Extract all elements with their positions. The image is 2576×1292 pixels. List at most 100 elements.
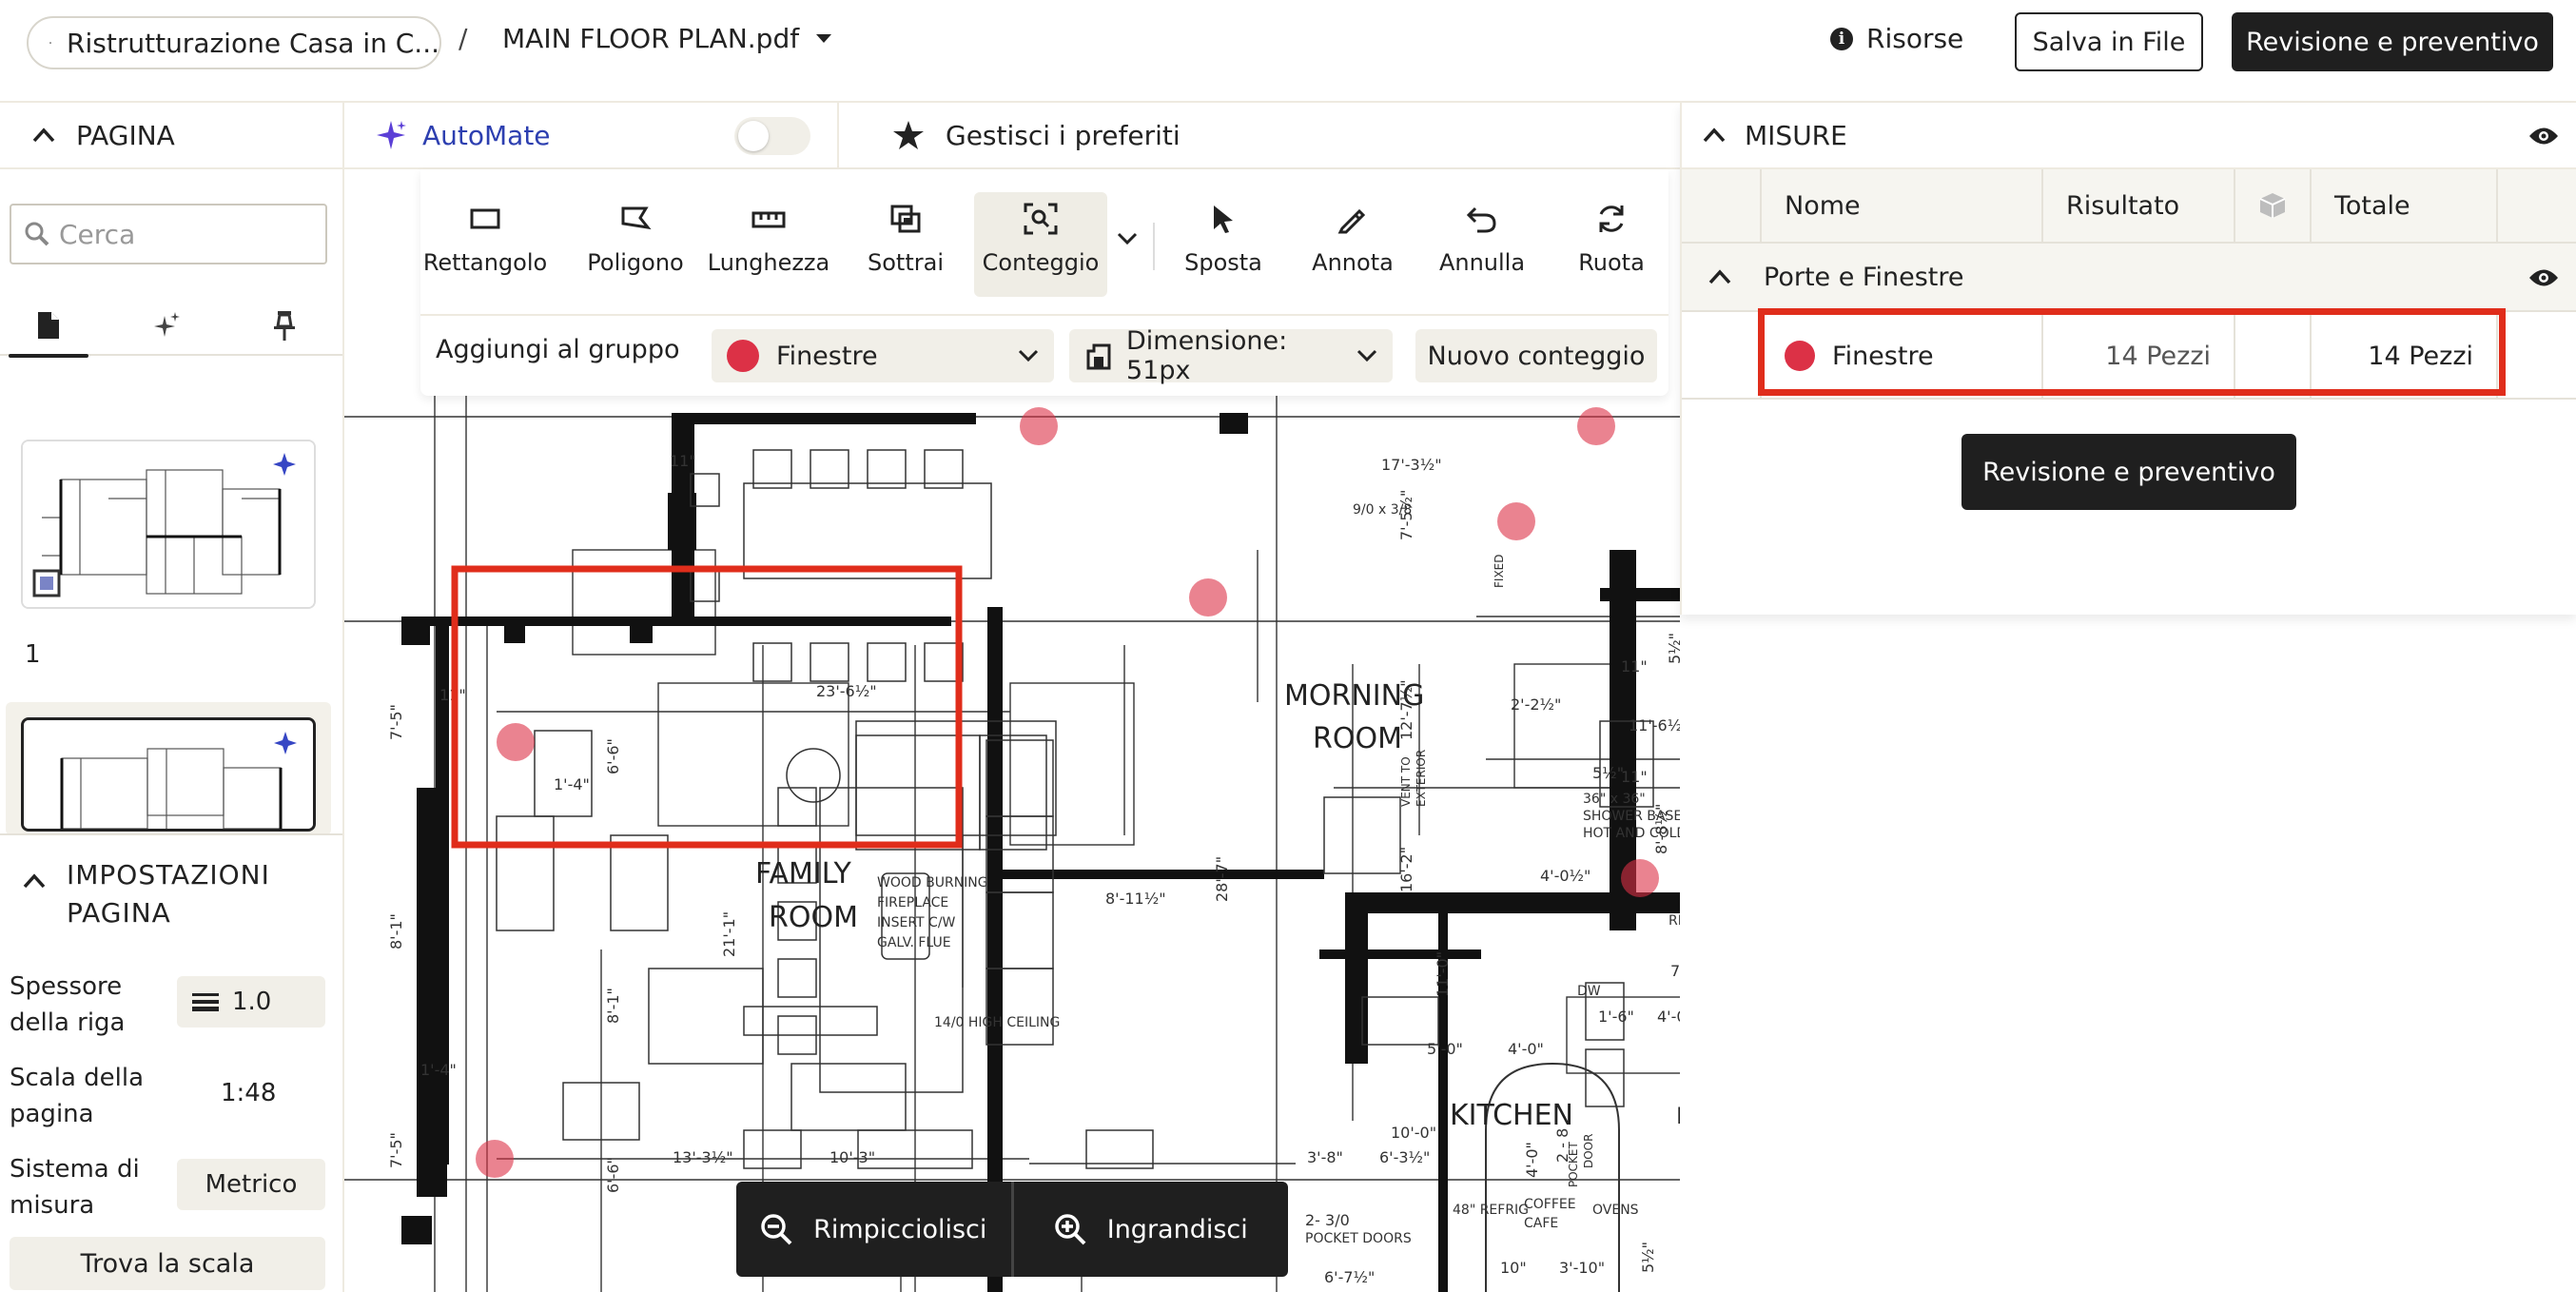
chevron-up-icon xyxy=(1708,269,1731,284)
chevron-down-icon xyxy=(1018,349,1039,362)
svg-text:POCKET: POCKET xyxy=(1567,1141,1580,1187)
settings-title-line-1: IMPOSTAZIONI xyxy=(67,859,270,891)
svg-text:4'-0½": 4'-0½" xyxy=(1657,1008,1680,1026)
rectangle-icon xyxy=(470,208,500,229)
tool-length[interactable]: Lunghezza xyxy=(702,192,835,297)
chevron-up-icon xyxy=(32,127,55,143)
tool-polygon[interactable]: Poligono xyxy=(569,192,702,297)
save-file-button[interactable]: Salva in File xyxy=(2015,12,2203,71)
svg-text:21'-1": 21'-1" xyxy=(720,911,738,957)
sparkle-icon xyxy=(377,121,406,149)
svg-text:6'-3½": 6'-3½" xyxy=(1379,1148,1430,1166)
zoom-in-button[interactable]: Ingrandisci xyxy=(1010,1182,1289,1277)
column-result[interactable]: Risultato xyxy=(2043,169,2235,242)
svg-text:DOOR: DOOR xyxy=(1582,1134,1595,1168)
resources-label: Risorse xyxy=(1866,23,1964,54)
column-name[interactable]: Nome xyxy=(1762,169,2043,242)
svg-text:3'-10": 3'-10" xyxy=(1559,1259,1605,1277)
label-line: Spessore xyxy=(10,972,123,1001)
tool-move[interactable]: Sposta xyxy=(1157,192,1290,297)
review-quote-button[interactable]: Revisione e preventivo xyxy=(2232,12,2553,71)
tab-pinned[interactable] xyxy=(242,299,327,352)
svg-text:POCKET DOORS: POCKET DOORS xyxy=(1305,1231,1412,1246)
tool-label: Annota xyxy=(1312,249,1394,276)
resize-icon xyxy=(1086,343,1111,370)
svg-text:6'-6": 6'-6" xyxy=(604,1157,622,1193)
svg-text:11": 11" xyxy=(1621,657,1648,675)
svg-text:VENT TO: VENT TO xyxy=(1399,756,1413,807)
tab-pages[interactable] xyxy=(6,299,91,358)
search-icon xyxy=(25,222,49,246)
svg-text:COFFEE: COFFEE xyxy=(1524,1197,1576,1212)
eye-icon[interactable] xyxy=(2528,126,2559,147)
tool-rectangle[interactable]: Rettangolo xyxy=(419,192,552,297)
svg-text:5'-0": 5'-0" xyxy=(1427,1040,1463,1058)
measures-panel: MISURE Nome Risultato Totale Porte e Fin… xyxy=(1680,103,2576,615)
line-thickness-value: 1.0 xyxy=(232,988,272,1016)
label-line: della riga xyxy=(10,1008,126,1037)
zoom-out-button[interactable]: Rimpicciolisci xyxy=(736,1182,1011,1277)
measure-system-select[interactable]: Metrico xyxy=(177,1159,325,1210)
favorites-bar[interactable]: Gestisci i preferiti xyxy=(839,103,1680,169)
svg-text:11": 11" xyxy=(1621,768,1648,786)
left-panel: Cerca 1 IMPOSTAZIONI PAGINA Spessore del… xyxy=(0,169,344,1292)
table-spacer xyxy=(2498,169,2576,242)
favorites-label: Gestisci i preferiti xyxy=(946,119,1181,151)
subtract-icon xyxy=(890,205,921,233)
file-selector[interactable]: MAIN FLOOR PLAN.pdf xyxy=(502,23,832,54)
tool-rotate[interactable]: Ruota xyxy=(1545,192,1678,297)
tool-annotate[interactable]: Annota xyxy=(1286,192,1419,297)
search-placeholder: Cerca xyxy=(59,218,136,250)
tool-label: Annulla xyxy=(1438,249,1526,276)
chevron-down-icon[interactable] xyxy=(1117,232,1138,245)
measures-header[interactable]: MISURE xyxy=(1682,103,2576,169)
cursor-icon xyxy=(1214,206,1233,233)
tool-count[interactable]: Conteggio xyxy=(974,192,1107,297)
svg-text:4'-0": 4'-0" xyxy=(1508,1040,1544,1058)
page-number: 1 xyxy=(25,640,41,669)
line-weight-icon xyxy=(192,993,219,1011)
new-count-button[interactable]: Nuovo conteggio xyxy=(1415,329,1657,382)
page-thumbnail-2[interactable] xyxy=(21,717,316,832)
review-quote-button[interactable]: Revisione e preventivo xyxy=(1961,434,2296,510)
label-line: misura xyxy=(10,1191,95,1220)
measure-group-row[interactable]: Porte e Finestre xyxy=(1682,242,2576,310)
group-select[interactable]: Finestre xyxy=(712,329,1054,382)
svg-text:OVENS: OVENS xyxy=(1592,1203,1639,1218)
column-total[interactable]: Totale xyxy=(2312,169,2498,242)
tool-label: Rettangolo xyxy=(422,249,548,276)
tool-label: Sposta xyxy=(1184,249,1262,276)
automate-toggle[interactable] xyxy=(734,117,810,155)
line-thickness-field[interactable]: 1.0 xyxy=(177,976,325,1028)
svg-text:3'-8": 3'-8" xyxy=(1307,1148,1343,1166)
tab-ai[interactable] xyxy=(124,299,209,352)
page-thumbnail-1[interactable] xyxy=(21,440,316,609)
size-select[interactable]: Dimensione: 51px xyxy=(1069,326,1393,385)
svg-text:WOOD BURNING: WOOD BURNING xyxy=(877,875,988,891)
svg-text:8'-1": 8'-1" xyxy=(387,913,405,949)
page-thumbnail-image xyxy=(24,720,313,829)
svg-text:5½": 5½" xyxy=(1666,633,1680,664)
tool-undo[interactable]: Annulla xyxy=(1415,192,1549,297)
project-selector[interactable]: Ristrutturazione Casa in C... xyxy=(27,16,441,69)
chevron-up-icon[interactable] xyxy=(23,873,46,889)
eye-icon[interactable] xyxy=(2528,267,2559,288)
resources-link[interactable]: i Risorse xyxy=(1830,23,1963,54)
svg-text:INSERT C/W: INSERT C/W xyxy=(877,915,956,930)
svg-text:6'-7½": 6'-7½" xyxy=(1324,1268,1375,1286)
svg-text:5½": 5½" xyxy=(1639,1242,1657,1273)
svg-text:8'-8½": 8'-8½" xyxy=(1652,804,1670,854)
page-section-header[interactable]: PAGINA xyxy=(0,103,344,169)
tool-label: Conteggio xyxy=(982,249,1100,276)
measures-title: MISURE xyxy=(1745,119,1847,151)
add-to-group-label: Aggiungi al gruppo xyxy=(436,335,680,364)
find-scale-button[interactable]: Trova la scala xyxy=(10,1237,325,1290)
color-swatch xyxy=(727,340,759,372)
column-3d[interactable] xyxy=(2235,169,2312,242)
count-icon xyxy=(1024,203,1058,235)
row-spacer xyxy=(1682,312,1762,400)
line-thickness-label: Spessore della riga xyxy=(10,969,126,1041)
svg-text:FIXED: FIXED xyxy=(1493,555,1506,588)
search-input[interactable]: Cerca xyxy=(10,204,327,264)
tool-subtract[interactable]: Sottrai xyxy=(839,192,972,297)
